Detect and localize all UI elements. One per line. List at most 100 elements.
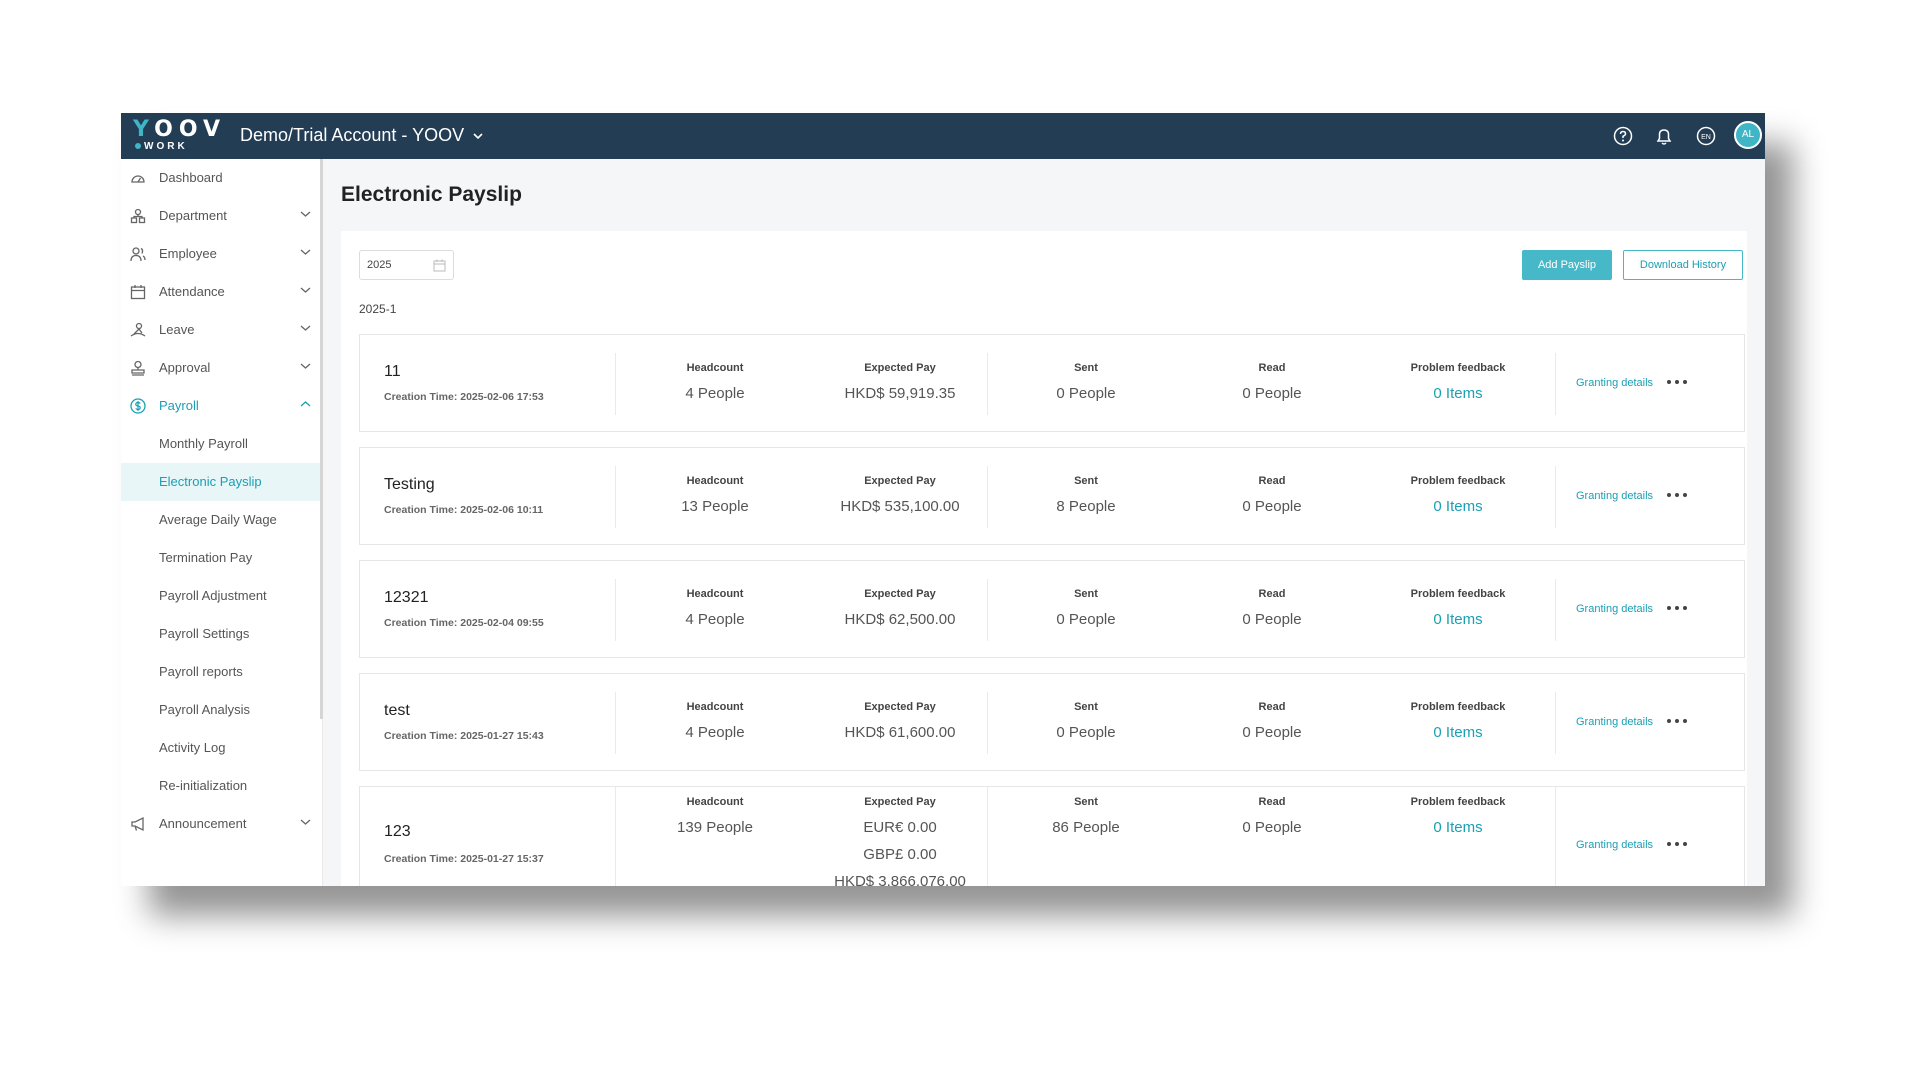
add-payslip-button[interactable]: Add Payslip	[1522, 250, 1612, 280]
download-history-button[interactable]: Download History	[1623, 250, 1743, 280]
sidebar-sub-monthly-payroll[interactable]: Monthly Payroll	[121, 425, 321, 463]
sidebar-item-employee[interactable]: Employee	[121, 235, 321, 273]
sidebar-sub-payroll-reports[interactable]: Payroll reports	[121, 653, 321, 691]
headcount-value: 4 People	[685, 385, 745, 402]
creation-time: Creation Time: 2025-01-27 15:43	[384, 730, 544, 742]
sidebar-sub-activity-log[interactable]: Activity Log	[121, 729, 321, 767]
payslip-name: Testing	[384, 476, 435, 493]
feedback-link[interactable]: 0 Items	[1378, 611, 1538, 628]
sent-stat: Sent 8 People	[1006, 475, 1166, 515]
sidebar-item-leave[interactable]: Leave	[121, 311, 321, 349]
divider	[1555, 353, 1556, 415]
chevron-up-icon	[300, 401, 311, 407]
sidebar-sub-payroll-settings[interactable]: Payroll Settings	[121, 615, 321, 653]
expected-pay-value: HKD$ 61,600.00	[844, 724, 956, 741]
bell-icon[interactable]	[1653, 125, 1675, 147]
expected-pay-header: Expected Pay	[864, 588, 936, 600]
payslip-card[interactable]: 11 Creation Time: 2025-02-06 17:53 Headc…	[359, 334, 1745, 432]
sidebar-sub-label: Average Daily Wage	[159, 512, 277, 527]
expected-pay-header: Expected Pay	[864, 796, 936, 808]
sent-header: Sent	[1074, 701, 1098, 713]
sidebar-sub-label: Payroll Settings	[159, 626, 250, 641]
sidebar-item-department[interactable]: Department	[121, 197, 321, 235]
divider	[615, 692, 616, 754]
headcount-stat: Headcount 139 People	[635, 796, 795, 836]
more-options-icon[interactable]	[1665, 488, 1689, 502]
headcount-header: Headcount	[686, 475, 744, 487]
sent-header: Sent	[1074, 362, 1098, 374]
granting-details-link[interactable]: Granting details	[1576, 839, 1653, 851]
more-options-icon[interactable]	[1665, 375, 1689, 389]
employee-icon	[130, 247, 146, 262]
granting-details-link[interactable]: Granting details	[1576, 716, 1653, 728]
top-bar: YOOV WORK Demo/Trial Account - YOOV EN A…	[121, 113, 1765, 159]
expected-pay-stat: Expected Pay HKD$ 535,100.00	[820, 475, 980, 515]
sidebar-item-attendance[interactable]: Attendance	[121, 273, 321, 311]
headcount-stat: Headcount 4 People	[635, 701, 795, 741]
granting-details-link[interactable]: Granting details	[1576, 490, 1653, 502]
help-icon[interactable]	[1612, 125, 1634, 147]
divider	[987, 579, 988, 641]
feedback-header: Problem feedback	[1410, 475, 1506, 487]
yoov-logo[interactable]: YOOV WORK	[133, 117, 220, 153]
sidebar-item-approval[interactable]: Approval	[121, 349, 321, 387]
feedback-link[interactable]: 0 Items	[1378, 498, 1538, 515]
payslip-card[interactable]: test Creation Time: 2025-01-27 15:43 Hea…	[359, 673, 1745, 771]
expected-pay-stat: Expected Pay HKD$ 62,500.00	[820, 588, 980, 628]
divider	[615, 787, 616, 886]
divider	[615, 353, 616, 415]
sidebar-sub-payroll-adjustment[interactable]: Payroll Adjustment	[121, 577, 321, 615]
granting-details-link[interactable]: Granting details	[1576, 603, 1653, 615]
logo-dot	[135, 143, 141, 150]
feedback-link[interactable]: 0 Items	[1378, 385, 1538, 402]
sent-value: 0 People	[1056, 724, 1116, 741]
sidebar-item-announcement[interactable]: Announcement	[121, 805, 321, 843]
feedback-stat: Problem feedback 0 Items	[1378, 796, 1538, 836]
year-picker[interactable]: 2025	[359, 250, 454, 280]
main-content: Electronic Payslip 2025 Add Payslip Down…	[323, 159, 1765, 886]
sent-stat: Sent 0 People	[1006, 362, 1166, 402]
expected-pay-header: Expected Pay	[864, 701, 936, 713]
headcount-value: 139 People	[677, 819, 753, 836]
expected-pay-value: GBP£ 0.00	[863, 846, 937, 863]
feedback-header: Problem feedback	[1410, 796, 1506, 808]
read-header: Read	[1258, 701, 1286, 713]
sidebar-item-label: Employee	[159, 246, 217, 261]
sidebar-item-payroll[interactable]: Payroll	[121, 387, 321, 425]
payslip-name: 11	[384, 363, 401, 380]
dollar-icon	[130, 398, 146, 414]
more-options-icon[interactable]	[1665, 837, 1689, 851]
headcount-stat: Headcount 4 People	[635, 588, 795, 628]
payslip-card[interactable]: 123 Creation Time: 2025-01-27 15:37 Head…	[359, 786, 1745, 886]
sidebar-item-label: Dashboard	[159, 170, 223, 185]
sidebar-sub-electronic-payslip[interactable]: Electronic Payslip	[121, 463, 321, 501]
payslip-card[interactable]: 12321 Creation Time: 2025-02-04 09:55 He…	[359, 560, 1745, 658]
language-icon[interactable]: EN	[1695, 125, 1717, 147]
sidebar-sub-average-daily-wage[interactable]: Average Daily Wage	[121, 501, 321, 539]
expected-pay-stat: Expected Pay HKD$ 59,919.35	[820, 362, 980, 402]
expected-pay-value: HKD$ 3,866,076.00	[834, 873, 966, 886]
expected-pay-value: HKD$ 535,100.00	[840, 498, 960, 515]
payslip-card[interactable]: Testing Creation Time: 2025-02-06 10:11 …	[359, 447, 1745, 545]
headcount-header: Headcount	[686, 362, 744, 374]
account-switcher[interactable]: Demo/Trial Account - YOOV	[240, 125, 483, 146]
sidebar-item-dashboard[interactable]: Dashboard	[121, 159, 321, 197]
read-stat: Read 0 People	[1192, 796, 1352, 836]
sidebar-sub-label: Electronic Payslip	[159, 474, 262, 489]
payslip-name: 123	[384, 823, 411, 840]
granting-details-link[interactable]: Granting details	[1576, 377, 1653, 389]
feedback-link[interactable]: 0 Items	[1378, 724, 1538, 741]
headcount-value: 4 People	[685, 611, 745, 628]
avatar[interactable]: AL	[1734, 121, 1762, 149]
sidebar-item-label: Attendance	[159, 284, 225, 299]
more-options-icon[interactable]	[1665, 714, 1689, 728]
sidebar-sub-termination-pay[interactable]: Termination Pay	[121, 539, 321, 577]
logo-y: Y	[133, 117, 155, 142]
sent-header: Sent	[1074, 475, 1098, 487]
more-options-icon[interactable]	[1665, 601, 1689, 615]
sent-stat: Sent 86 People	[1006, 796, 1166, 836]
sidebar-sub-payroll-analysis[interactable]: Payroll Analysis	[121, 691, 321, 729]
feedback-link[interactable]: 0 Items	[1378, 819, 1538, 836]
read-header: Read	[1258, 362, 1286, 374]
sidebar-sub-re-initialization[interactable]: Re-initialization	[121, 767, 321, 805]
